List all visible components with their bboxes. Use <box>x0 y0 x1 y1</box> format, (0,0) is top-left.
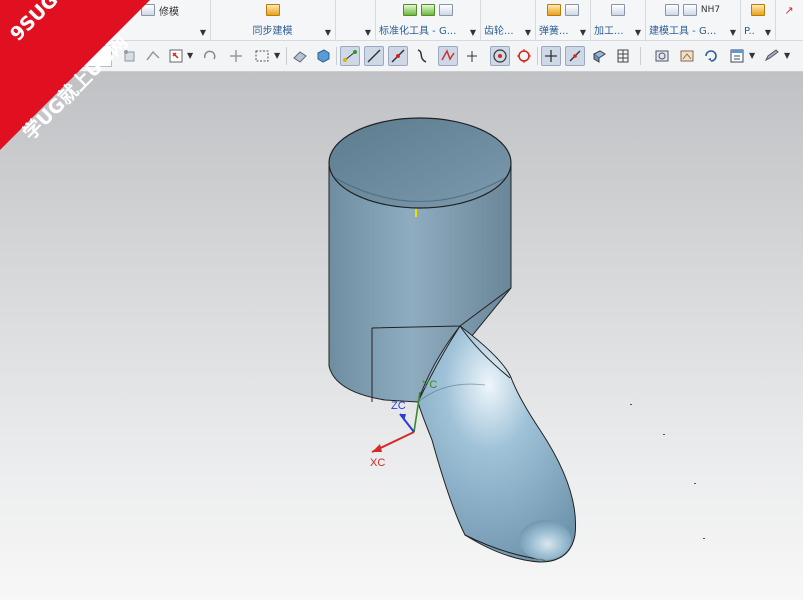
chevron-down-icon[interactable]: ▼ <box>365 28 371 37</box>
rotate-icon[interactable] <box>200 46 220 66</box>
yc-axis-label: YC <box>422 379 437 391</box>
midpoint-snap-icon[interactable] <box>388 46 408 66</box>
ribbon-truncated-label: NH7 <box>700 5 721 15</box>
edit-icon[interactable] <box>762 46 782 66</box>
site-watermark: 9SUG 学UG就上UG网 <box>0 0 150 150</box>
solid-icon[interactable] <box>313 46 333 66</box>
xc-axis-label: XC <box>370 457 385 469</box>
sync-model-icon <box>265 4 280 16</box>
ribbon-group-label: 建模工具 - G... <box>649 26 717 37</box>
ribbon-group-label: 同步建模 <box>252 26 293 37</box>
chevron-down-icon[interactable]: ▼ <box>749 51 755 60</box>
quadrant-snap-icon[interactable] <box>514 46 534 66</box>
toolbar-separator <box>640 47 641 65</box>
center-snap-icon[interactable] <box>490 46 510 66</box>
ribbon-group-more[interactable]: ▼ <box>335 0 376 40</box>
toolbar-separator <box>336 47 337 65</box>
shaded-icon[interactable] <box>290 46 310 66</box>
face-snap-icon[interactable] <box>589 46 609 66</box>
grid-dots <box>630 404 705 539</box>
misc-tool-icon <box>750 4 765 16</box>
chevron-down-icon[interactable]: ▼ <box>784 51 790 60</box>
spring-icon <box>546 4 561 16</box>
graphics-window[interactable]: XC YC ZC <box>0 72 803 600</box>
ribbon-truncated-label: 修模 <box>159 6 179 18</box>
crosshair-icon[interactable] <box>541 46 561 66</box>
modeling-tool-icon <box>682 4 697 16</box>
spout-surface[interactable] <box>417 325 577 563</box>
ribbon-group-overflow[interactable]: ↗ <box>775 0 803 40</box>
layout-icon[interactable] <box>727 46 747 66</box>
ribbon-group-label: 标准化工具 - G... <box>379 26 457 37</box>
zc-axis-label: ZC <box>391 400 406 412</box>
chevron-down-icon[interactable]: ▼ <box>325 28 331 37</box>
chevron-down-icon[interactable]: ▼ <box>470 28 476 37</box>
modeling-tool-icon <box>664 4 679 16</box>
spring-icon <box>564 4 579 16</box>
box-select-icon[interactable] <box>252 46 272 66</box>
model-canvas: XC YC ZC <box>328 117 705 563</box>
render-icon[interactable] <box>677 46 697 66</box>
ribbon-group-machining[interactable]: 加工... ▼ <box>590 0 646 40</box>
chevron-down-icon[interactable]: ▼ <box>200 28 206 37</box>
tangent-snap-icon[interactable] <box>565 46 585 66</box>
standard-part-icon <box>420 4 435 16</box>
endpoint-snap-icon[interactable] <box>340 46 360 66</box>
curve-snap-icon[interactable] <box>412 46 432 66</box>
perpendicular-snap-icon[interactable] <box>462 46 482 66</box>
chevron-down-icon[interactable]: ▼ <box>765 28 771 37</box>
ribbon-group-modeling-tools[interactable]: NH7 建模工具 - G... ▼ <box>645 0 741 40</box>
line-snap-icon[interactable] <box>364 46 384 66</box>
grid-icon[interactable] <box>613 46 633 66</box>
ribbon-group-sync[interactable]: 同步建模 ▼ <box>210 0 336 40</box>
ribbon-group-spring[interactable]: 弹簧... ▼ <box>535 0 591 40</box>
chevron-down-icon[interactable]: ▼ <box>525 28 531 37</box>
toolbar-separator <box>286 47 287 65</box>
ribbon-group-standard[interactable]: 标准化工具 - G... ▼ <box>375 0 481 40</box>
ribbon-group-gear[interactable]: 齿轮... ▼ <box>480 0 536 40</box>
machining-icon <box>610 4 625 16</box>
standard-part-icon <box>438 4 453 16</box>
chevron-down-icon[interactable]: ▼ <box>730 28 736 37</box>
chevron-down-icon[interactable]: ▼ <box>635 28 641 37</box>
intersection-snap-icon[interactable] <box>438 46 458 66</box>
ribbon-group-p[interactable]: P.. ▼ <box>740 0 776 40</box>
chevron-down-icon[interactable]: ▼ <box>274 51 280 60</box>
select-filter-icon[interactable] <box>166 46 186 66</box>
standard-part-icon <box>402 4 417 16</box>
view-orient-icon[interactable] <box>652 46 672 66</box>
chevron-down-icon[interactable]: ▼ <box>580 28 586 37</box>
pan-icon[interactable] <box>226 46 246 66</box>
refresh-icon[interactable] <box>701 46 721 66</box>
chevron-down-icon[interactable]: ▼ <box>187 51 193 60</box>
toolbar-separator <box>537 47 538 65</box>
